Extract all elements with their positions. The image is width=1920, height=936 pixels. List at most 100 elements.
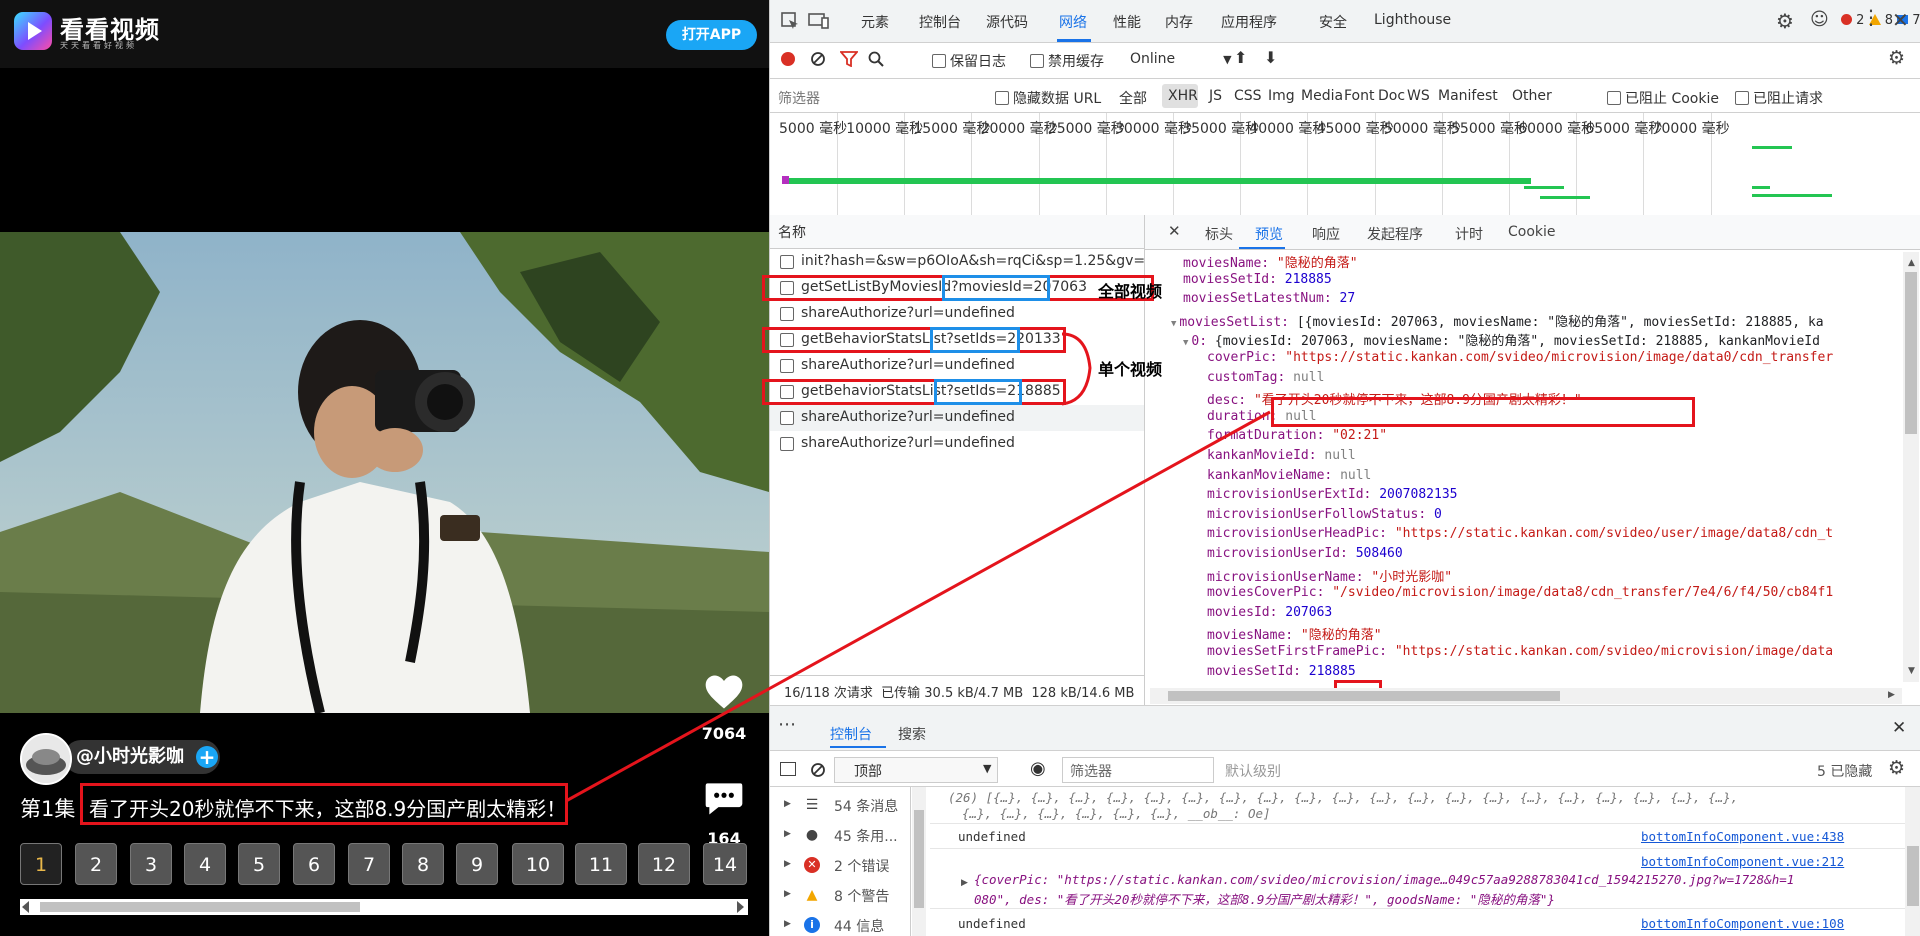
expand-arrow-icon[interactable]: ▶ — [784, 829, 791, 839]
console-sidebar-item[interactable]: 44 信息 — [834, 916, 884, 936]
devtools-tab-1[interactable]: 控制台 — [919, 12, 961, 32]
comment-icon[interactable] — [702, 776, 746, 820]
blocked-requests-checkbox[interactable]: 已阻止请求 — [1735, 88, 1823, 108]
filter-type-other[interactable]: Other — [1512, 88, 1552, 104]
console-line-array[interactable]: (26) [{…}, {…}, {…}, {…}, {…}, {…}, {…},… — [948, 790, 1738, 805]
drawer-menu-icon[interactable]: ⋯ — [778, 714, 796, 735]
hide-data-urls-checkbox[interactable]: 隐藏数据 URL — [995, 88, 1101, 108]
device-toolbar-icon[interactable] — [808, 11, 830, 31]
detail-tab-3[interactable]: 发起程序 — [1367, 224, 1423, 244]
preview-line[interactable]: moviesName: "隐秘的角落" — [1207, 624, 1382, 643]
preview-line[interactable]: microvisionUserId: 508460 — [1207, 546, 1403, 561]
request-checkbox[interactable] — [780, 411, 794, 425]
scrollbar-thumb[interactable] — [40, 902, 360, 912]
inspect-element-icon[interactable] — [780, 11, 800, 31]
episode-button-6[interactable]: 6 — [293, 843, 335, 885]
episode-button-11[interactable]: 11 — [575, 843, 627, 885]
episode-button-3[interactable]: 3 — [130, 843, 172, 885]
devtools-tab-5[interactable]: 内存 — [1165, 12, 1193, 32]
console-sidebar-toggle-icon[interactable] — [780, 762, 796, 776]
preview-line[interactable]: moviesCoverPic: "/svideo/microvision/ima… — [1207, 585, 1833, 600]
drawer-tab-1[interactable]: 搜索 — [898, 724, 926, 744]
detail-tab-4[interactable]: 计时 — [1455, 224, 1483, 244]
episode-button-9[interactable]: 9 — [456, 843, 498, 885]
upload-icon[interactable]: ⬆ — [1234, 48, 1247, 67]
expand-arrow-icon[interactable]: ▶ — [784, 889, 791, 899]
expand-object-icon[interactable]: ▶ — [961, 878, 968, 888]
console-clear-icon[interactable] — [810, 762, 826, 778]
settings-gear-icon[interactable]: ⚙ — [1776, 9, 1794, 33]
close-detail-icon[interactable]: ✕ — [1168, 222, 1181, 240]
devtools-tab-8[interactable]: Lighthouse — [1374, 12, 1451, 28]
console-vscroll-thumb[interactable] — [1907, 846, 1919, 906]
request-row[interactable]: init?hash=&sw=p6OIoA&sh=rqCi&sp=1.25&gv=… — [770, 249, 1144, 275]
author-avatar[interactable] — [20, 733, 72, 785]
record-icon[interactable] — [781, 52, 795, 66]
scroll-left-arrow-icon[interactable] — [22, 901, 29, 913]
close-devtools-icon[interactable]: ✕ — [1892, 8, 1909, 32]
request-row[interactable]: shareAuthorize?url=undefined — [770, 301, 1144, 327]
preview-line[interactable]: microvisionUserExtId: 2007082135 — [1207, 487, 1457, 502]
filter-type-img[interactable]: Img — [1268, 88, 1295, 104]
expand-triangle-icon[interactable]: ▼ — [1171, 319, 1176, 329]
clear-icon[interactable] — [810, 51, 826, 67]
source-link-212[interactable]: bottomInfoComponent.vue:212 — [1641, 854, 1844, 869]
disable-cache-checkbox[interactable]: 禁用缓存 — [1030, 51, 1104, 71]
network-filter-input[interactable]: 筛选器 — [778, 88, 820, 108]
episode-button-10[interactable]: 10 — [512, 843, 564, 885]
like-heart-icon[interactable] — [702, 670, 746, 714]
console-sidebar-item[interactable]: 8 个警告 — [834, 886, 889, 906]
filter-type-doc[interactable]: Doc — [1378, 88, 1405, 104]
preview-line[interactable]: formatDuration: "02:21" — [1207, 428, 1387, 443]
filter-funnel-icon[interactable] — [840, 51, 858, 67]
filter-type-media[interactable]: Media — [1301, 88, 1343, 104]
scroll-down-icon[interactable]: ▼ — [1908, 666, 1915, 676]
request-checkbox[interactable] — [780, 437, 794, 451]
devtools-tab-0[interactable]: 元素 — [861, 12, 889, 32]
request-checkbox[interactable] — [780, 255, 794, 269]
devtools-tab-7[interactable]: 安全 — [1319, 12, 1347, 32]
filter-all[interactable]: 全部 — [1119, 88, 1147, 108]
request-checkbox[interactable] — [780, 359, 794, 373]
preview-hscroll-thumb[interactable] — [1168, 691, 1560, 701]
preview-line[interactable]: coverPic: "https://static.kankan.com/svi… — [1207, 350, 1833, 365]
preview-line[interactable]: moviesSetLatestNum: 27 — [1183, 291, 1355, 306]
console-sidebar-scroll-thumb[interactable] — [914, 810, 924, 908]
devtools-tab-6[interactable]: 应用程序 — [1221, 12, 1277, 32]
more-options-icon[interactable]: ⋮ — [1861, 5, 1882, 29]
preview-line[interactable]: ▼ 0: {moviesId: 207063, moviesName: "隐秘的角… — [1183, 330, 1820, 349]
episode-button-12[interactable]: 12 — [638, 843, 690, 885]
source-link-438[interactable]: bottomInfoComponent.vue:438 — [1641, 829, 1844, 844]
devtools-tab-2[interactable]: 源代码 — [986, 12, 1028, 32]
preview-line[interactable]: moviesId: 207063 — [1207, 605, 1332, 620]
expand-triangle-icon[interactable]: ▼ — [1183, 338, 1188, 348]
console-object-line[interactable]: {coverPic: "https://static.kankan.com/sv… — [974, 872, 1794, 887]
episode-button-1[interactable]: 1 — [20, 843, 62, 885]
preview-line[interactable]: ▼ moviesSetList: [{moviesId: 207063, movi… — [1171, 311, 1824, 330]
detail-tab-1[interactable]: 预览 — [1255, 224, 1283, 244]
feedback-icon[interactable]: ☺ — [1810, 9, 1829, 30]
preview-line[interactable]: kankanMovieId: null — [1207, 448, 1356, 463]
devtools-tab-3[interactable]: 网络 — [1059, 12, 1087, 32]
expand-arrow-icon[interactable]: ▶ — [784, 859, 791, 869]
episode-button-7[interactable]: 7 — [348, 843, 390, 885]
follow-plus-icon[interactable]: + — [196, 746, 218, 768]
expand-arrow-icon[interactable]: ▶ — [784, 799, 791, 809]
episode-button-4[interactable]: 4 — [184, 843, 226, 885]
console-sidebar-item[interactable]: 2 个错误 — [834, 856, 889, 876]
scroll-right-icon[interactable]: ▶ — [1888, 690, 1895, 700]
preview-line[interactable]: moviesSetFirstFramePic: "https://static.… — [1207, 644, 1833, 659]
log-level-select[interactable]: 默认级别 — [1225, 761, 1281, 781]
preview-line[interactable]: microvisionUserName: "小时光影咖" — [1207, 566, 1452, 585]
throttle-select[interactable]: Online ▼ — [1130, 51, 1232, 67]
preview-line[interactable]: microvisionUserFollowStatus: 0 — [1207, 507, 1442, 522]
open-app-button[interactable]: 打开APP — [666, 20, 757, 50]
preview-line[interactable]: kankanMovieName: null — [1207, 468, 1371, 483]
preserve-log-checkbox[interactable]: 保留日志 — [932, 51, 1006, 71]
filter-type-xhr[interactable]: XHR — [1168, 88, 1198, 104]
episode-button-2[interactable]: 2 — [75, 843, 117, 885]
download-icon[interactable]: ⬇ — [1264, 48, 1277, 67]
preview-line[interactable]: moviesName: "隐秘的角落" — [1183, 252, 1358, 271]
detail-tab-2[interactable]: 响应 — [1312, 224, 1340, 244]
console-sidebar-item[interactable]: 54 条消息 — [834, 796, 898, 816]
